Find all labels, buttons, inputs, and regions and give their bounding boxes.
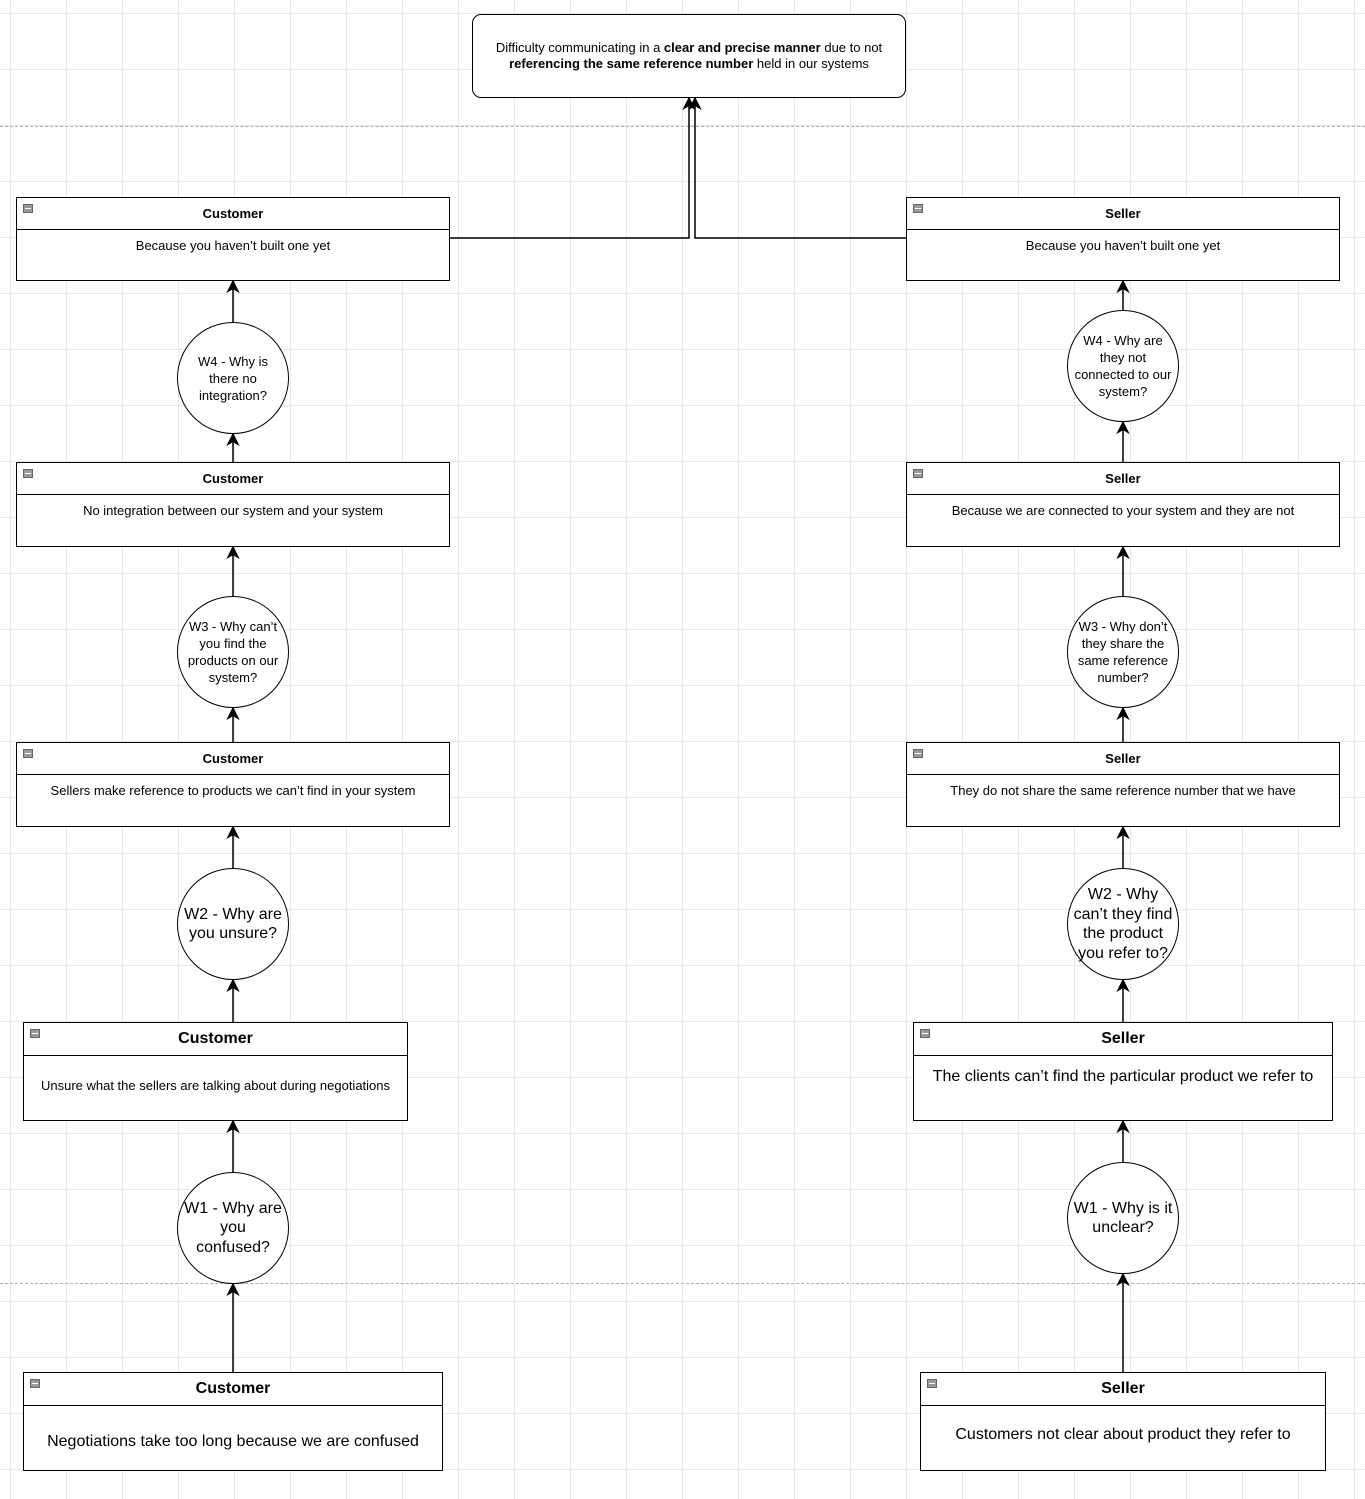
box-title: Seller [1105, 751, 1141, 766]
box-title: Seller [1105, 471, 1141, 486]
collapse-icon[interactable] [913, 204, 923, 213]
box-title: Customer [202, 471, 264, 486]
customer-box-1[interactable]: Customer Unsure what the sellers are talk… [23, 1022, 408, 1121]
customer-box-0[interactable]: Customer Negotiations take too long becau… [23, 1372, 443, 1471]
seller-box-3[interactable]: Seller Because we are connected to your s… [906, 462, 1340, 547]
box-title: Customer [202, 206, 264, 221]
box-body: The clients can’t find the particular pr… [932, 1068, 1314, 1085]
seller-why-4[interactable]: W4 - Why are they not connected to our s… [1067, 310, 1179, 422]
collapse-icon[interactable] [920, 1029, 930, 1038]
customer-why-3[interactable]: W3 - Why can’t you find the products on … [177, 596, 289, 708]
box-body: Because you haven’t built one yet [1025, 238, 1221, 253]
root-text-5: held in our systems [753, 56, 869, 71]
root-text-3: due to not [820, 40, 883, 55]
box-body: They do not share the same reference num… [950, 783, 1296, 798]
seller-box-2[interactable]: Seller They do not share the same referen… [906, 742, 1340, 827]
connector-arrow [688, 96, 906, 239]
box-body: Customers not clear about product they r… [955, 1426, 1291, 1443]
collapse-icon[interactable] [913, 469, 923, 478]
root-text-1: Difficulty communicating in a [495, 40, 664, 55]
box-body: Because you haven’t built one yet [135, 238, 331, 253]
customer-box-2[interactable]: Customer Sellers make reference to produc… [16, 742, 450, 827]
box-body: Sellers make reference to products we ca… [50, 783, 416, 798]
box-title: Customer [202, 751, 264, 766]
root-problem-node[interactable]: Difficulty communicating in a clear and … [472, 14, 906, 98]
customer-why-2[interactable]: W2 - Why are you unsure? [177, 868, 289, 980]
customer-box-4[interactable]: Customer Because you haven’t built one ye… [16, 197, 450, 281]
box-body: Unsure what the sellers are talking abou… [40, 1078, 391, 1093]
box-title: Customer [178, 1030, 253, 1047]
seller-why-1[interactable]: W1 - Why is it unclear? [1067, 1162, 1179, 1274]
seller-why-3[interactable]: W3 - Why don’t they share the same refer… [1067, 596, 1179, 708]
collapse-icon[interactable] [913, 749, 923, 758]
collapse-icon[interactable] [30, 1379, 40, 1388]
customer-why-4[interactable]: W4 - Why is there no integration? [177, 322, 289, 434]
customer-why-1[interactable]: W1 - Why are you confused? [177, 1172, 289, 1284]
collapse-icon[interactable] [23, 469, 33, 478]
seller-box-1[interactable]: Seller The clients can’t find the particu… [913, 1022, 1333, 1121]
box-title: Seller [1105, 206, 1141, 221]
seller-why-2[interactable]: W2 - Why can’t they find the product you… [1067, 868, 1179, 980]
connector-arrow [450, 96, 696, 239]
box-title: Seller [1101, 1030, 1145, 1047]
collapse-icon[interactable] [23, 204, 33, 213]
box-body: Negotiations take too long because we ar… [47, 1433, 419, 1450]
box-title: Customer [195, 1380, 271, 1397]
collapse-icon[interactable] [30, 1029, 40, 1038]
box-body: Because we are connected to your system … [951, 503, 1295, 518]
seller-box-0[interactable]: Seller Customers not clear about product … [920, 1372, 1326, 1471]
customer-box-3[interactable]: Customer No integration between our syste… [16, 462, 450, 547]
seller-box-4[interactable]: Seller Because you haven’t built one yet [906, 197, 1340, 281]
collapse-icon[interactable] [927, 1379, 937, 1388]
box-title: Seller [1101, 1380, 1145, 1397]
root-text-2: clear and precise manner [663, 40, 821, 55]
box-body: No integration between our system and yo… [83, 503, 383, 518]
collapse-icon[interactable] [23, 749, 33, 758]
root-text-4: referencing the same reference number [509, 56, 754, 71]
